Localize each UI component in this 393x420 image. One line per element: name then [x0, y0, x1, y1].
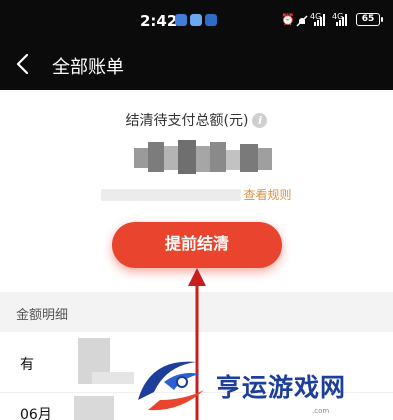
status-time: 2:42	[140, 12, 178, 30]
watermark-domain: .com	[312, 407, 330, 415]
location-icon	[205, 14, 217, 26]
redacted-block	[74, 396, 114, 420]
watermark-logo	[138, 361, 204, 411]
early-settle-button[interactable]: 提前结清	[112, 222, 282, 268]
mute-icon	[296, 15, 308, 27]
view-rules-link[interactable]: 查看规则	[243, 188, 291, 202]
total-amount-label-text: 结清待支付总额(元)	[125, 113, 249, 129]
redacted-block	[92, 372, 134, 384]
amount-redacted-mosaic	[134, 140, 274, 176]
app-header-bar: 2:42 ⏰ 4G 4G 65 全部账单	[0, 0, 393, 90]
page-title: 全部账单	[52, 57, 124, 78]
detail-row-label: 有	[20, 357, 34, 373]
watermark-text: 亨运游戏网	[216, 373, 347, 402]
battery-icon: 65	[356, 13, 383, 26]
detail-row-label: 06月	[20, 407, 52, 420]
redacted-text	[101, 188, 242, 201]
amount-details-title: 金额明细	[16, 308, 69, 323]
notification-app-icon	[175, 14, 187, 26]
back-arrow-icon[interactable]	[14, 52, 34, 76]
cloud-icon	[190, 14, 202, 26]
info-icon[interactable]: i	[252, 112, 268, 128]
total-amount-label: 结清待支付总额(元) i	[0, 110, 393, 130]
alarm-icon: ⏰	[281, 13, 295, 26]
status-bar: 2:42 ⏰ 4G 4G 65	[0, 0, 393, 42]
rule-line: 查看规则	[0, 186, 393, 203]
